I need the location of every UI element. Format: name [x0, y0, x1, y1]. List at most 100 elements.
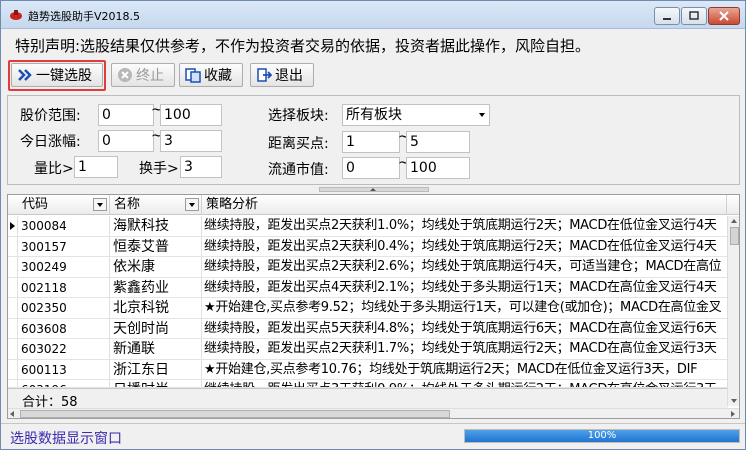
cell-name: 新通联	[110, 339, 202, 359]
grid-rows: 300084 海默科技 继续持股，距发出买点2天获利1.0%；均线处于筑底期运行…	[8, 216, 728, 388]
cell-name: 恒泰艾普	[110, 236, 202, 257]
code-filter-dropdown-icon[interactable]	[93, 198, 107, 211]
cell-code: 002350	[18, 298, 110, 318]
column-header-name-label: 名称	[114, 197, 141, 212]
row-indicator	[8, 298, 18, 318]
cell-name: 依米康	[110, 257, 202, 277]
vertical-scroll-thumb[interactable]	[730, 227, 739, 245]
cell-name: 北京科锐	[110, 298, 202, 318]
disclaimer-text: 特别声明:选股结果仅供参考，不作为投资者交易的依据，投资者据此操作，风险自担。	[15, 37, 591, 55]
cell-strategy: 继续持股，距发出买点3天获利0.9%；均线处于多头期运行2天；MACD在高位金叉…	[202, 380, 728, 387]
grid-footer: 合计：58	[8, 388, 728, 410]
cell-strategy: 继续持股，距发出买点2天获利2.6%；均线处于筑底期运行4天，可适当建仓；MAC…	[202, 257, 728, 277]
cell-strategy: 继续持股，距发出买点2天获利0.4%；均线处于筑底期运行2天；MACD在低位金叉…	[202, 237, 728, 257]
column-header-code-label: 代码	[22, 197, 49, 212]
row-indicator	[8, 277, 18, 298]
turnover-input[interactable]: 3	[180, 156, 222, 178]
cell-strategy: 继续持股，距发出买点5天获利4.8%；均线处于筑底期运行6天；MACD在高位金叉…	[202, 319, 728, 339]
splitter-arrow-icon	[370, 188, 376, 191]
scroll-down-icon[interactable]	[731, 399, 737, 403]
buy-distance-max-input[interactable]: 5	[406, 131, 470, 153]
cell-code: 002118	[18, 277, 110, 298]
sector-label: 选择板块:	[268, 108, 329, 124]
table-row[interactable]: 603022 新通联 继续持股，距发出买点2天获利1.7%；均线处于筑底期运行2…	[8, 339, 728, 360]
row-indicator	[8, 318, 18, 339]
cell-name: 紫鑫药业	[110, 277, 202, 298]
chevron-down-icon	[479, 113, 485, 117]
table-row[interactable]: 300157 恒泰艾普 继续持股，距发出买点2天获利0.4%；均线处于筑底期运行…	[8, 236, 728, 257]
float-cap-min-input[interactable]: 0	[342, 157, 400, 179]
table-row[interactable]: 603196 日播时尚 继续持股，距发出买点3天获利0.9%；均线处于多头期运行…	[8, 380, 728, 388]
price-min-input[interactable]: 0	[98, 104, 154, 126]
cell-code: 603196	[18, 380, 110, 387]
status-text: 选股数据显示窗口	[10, 431, 122, 447]
toolbar: 一键选股 终止 收藏 退出	[1, 59, 745, 91]
results-grid: 代码 名称 策略分析 300084 海默科技 继续持股，距发出买点2天获利1.0…	[7, 194, 740, 419]
cell-strategy: 继续持股，距发出买点2天获利1.7%；均线处于筑底期运行2天；MACD在高位金叉…	[202, 339, 728, 359]
sector-select[interactable]: 所有板块	[342, 104, 490, 126]
horizontal-scrollbar[interactable]	[8, 408, 739, 418]
table-row[interactable]: 002118 紫鑫药业 继续持股，距发出买点4天获利2.1%；均线处于多头期运行…	[8, 277, 728, 298]
table-row[interactable]: 002350 北京科锐 ★开始建仓,买点参考9.52；均线处于多头期运行1天，可…	[8, 298, 728, 319]
table-row[interactable]: 300084 海默科技 继续持股，距发出买点2天获利1.0%；均线处于筑底期运行…	[8, 216, 728, 237]
exit-label: 退出	[275, 68, 303, 84]
cell-name: 日播时尚	[110, 380, 202, 387]
cell-code: 603608	[18, 318, 110, 339]
change-min-input[interactable]: 0	[98, 130, 154, 152]
vertical-scrollbar[interactable]	[727, 216, 739, 406]
minimize-button[interactable]	[654, 7, 680, 25]
buy-distance-min-input[interactable]: 1	[342, 131, 400, 153]
price-max-input[interactable]: 100	[160, 104, 222, 126]
float-cap-label: 流通市值:	[268, 162, 329, 178]
volume-ratio-input[interactable]: 1	[74, 156, 118, 178]
stop-icon	[118, 68, 132, 82]
row-indicator	[8, 257, 18, 277]
name-filter-dropdown-icon[interactable]	[185, 198, 199, 211]
cell-code: 300249	[18, 257, 110, 277]
today-change-label: 今日涨幅:	[20, 134, 81, 150]
progress-bar: 100%	[464, 429, 740, 443]
cell-code: 300084	[18, 216, 110, 236]
close-button[interactable]	[708, 7, 740, 25]
favorite-button[interactable]: 收藏	[179, 63, 243, 87]
turnover-label: 换手>	[139, 161, 179, 177]
favorite-label: 收藏	[204, 68, 232, 84]
scroll-up-icon[interactable]	[731, 219, 737, 223]
highlight-annotation	[8, 60, 106, 91]
cell-name: 浙江东日	[110, 359, 202, 380]
table-row[interactable]: 603608 天创时尚 继续持股，距发出买点5天获利4.8%；均线处于筑底期运行…	[8, 318, 728, 339]
sector-value: 所有板块	[346, 107, 402, 123]
cell-code: 600113	[18, 359, 110, 380]
scroll-right-icon[interactable]	[731, 411, 735, 417]
stop-button[interactable]: 终止	[111, 63, 175, 87]
horizontal-scroll-thumb[interactable]	[20, 410, 450, 418]
buy-distance-label: 距离买点:	[268, 136, 329, 152]
row-indicator	[8, 339, 18, 359]
row-indicator	[8, 216, 18, 236]
cell-code: 603022	[18, 339, 110, 359]
scroll-left-icon[interactable]	[10, 411, 14, 417]
cell-code: 300157	[18, 236, 110, 257]
grid-header: 代码 名称 策略分析	[8, 195, 739, 215]
table-row[interactable]: 300249 依米康 继续持股，距发出买点2天获利2.6%；均线处于筑底期运行4…	[8, 257, 728, 278]
app-logo-icon	[10, 10, 22, 20]
float-cap-max-input[interactable]: 100	[406, 157, 470, 179]
close-icon	[719, 11, 729, 21]
progress-percent: 100%	[587, 430, 617, 441]
app-window: 趋势选股助手V2018.5 特别声明:选股结果仅供参考，不作为投资者交易的依据，…	[0, 0, 746, 450]
maximize-button[interactable]	[681, 7, 707, 25]
change-max-input[interactable]: 3	[160, 130, 222, 152]
exit-icon	[257, 68, 272, 82]
title-bar[interactable]: 趋势选股助手V2018.5	[1, 1, 745, 29]
cell-strategy: ★开始建仓,买点参考10.76；均线处于筑底期运行2天；MACD在低位金叉运行3…	[202, 360, 728, 380]
table-row[interactable]: 600113 浙江东日 ★开始建仓,买点参考10.76；均线处于筑底期运行2天；…	[8, 359, 728, 380]
row-indicator	[8, 236, 18, 257]
exit-button[interactable]: 退出	[250, 63, 314, 87]
cell-strategy: 继续持股，距发出买点2天获利1.0%；均线处于筑底期运行2天；MACD在低位金叉…	[202, 216, 728, 236]
row-indicator	[8, 359, 18, 380]
volume-ratio-label: 量比>	[34, 161, 74, 177]
status-bar: 选股数据显示窗口 100%	[1, 423, 745, 449]
panel-splitter[interactable]	[319, 187, 429, 192]
column-header-strategy[interactable]: 策略分析	[202, 195, 727, 215]
current-row-pointer-icon	[10, 222, 15, 230]
